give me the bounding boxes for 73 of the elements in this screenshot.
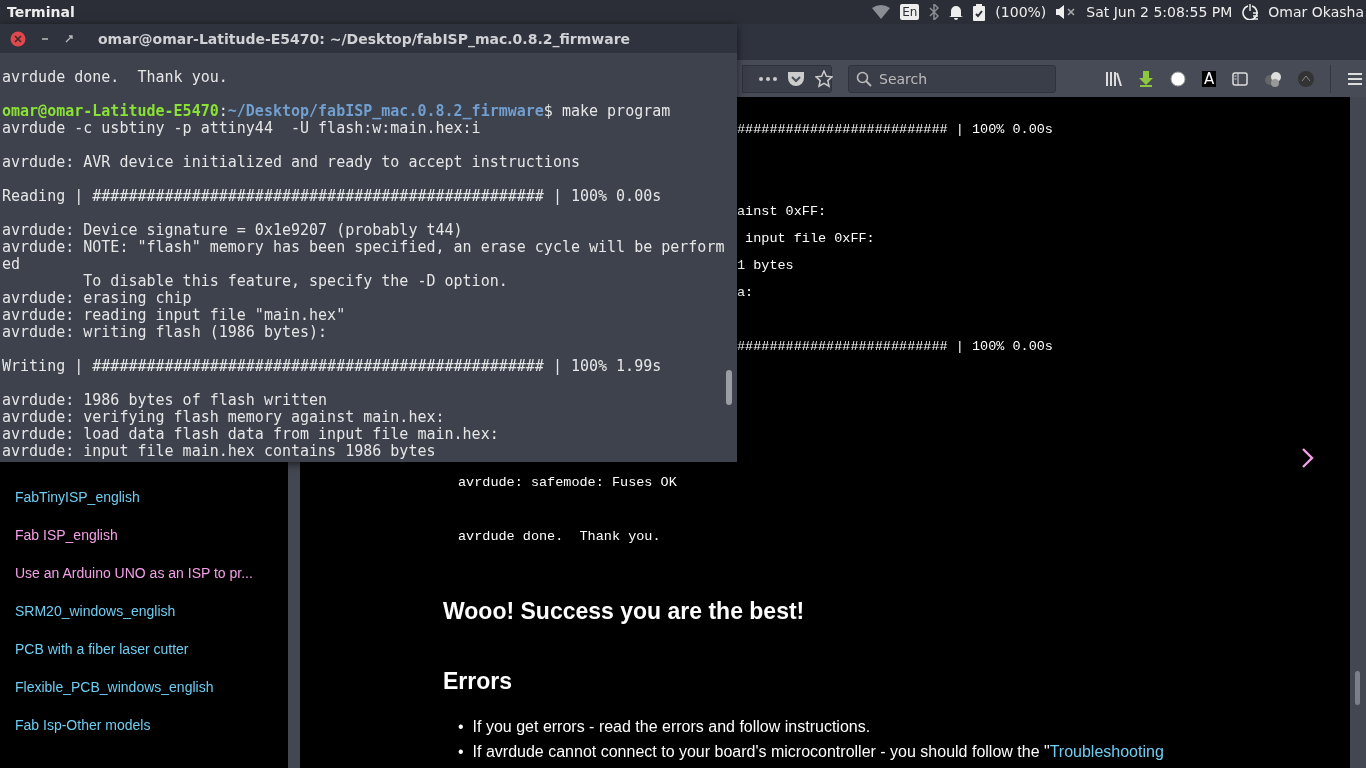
list-bullet: • [458, 717, 464, 737]
code-line: 1 bytes [737, 257, 794, 275]
maximize-icon[interactable] [64, 33, 74, 44]
terminal-line: avrdude -c usbtiny -p attiny44 -U flash:w:main.hex:i [1, 120, 481, 137]
terminal-line: Writing | ################################################## | 100% 1.99s [1, 358, 662, 375]
keyboard-layout-indicator[interactable]: En [900, 4, 920, 20]
menu-icon[interactable] [1347, 71, 1364, 86]
next-page-icon[interactable] [1302, 448, 1314, 468]
section-heading: Errors [442, 667, 513, 696]
battery-icon[interactable] [973, 3, 986, 21]
terminal-line: avrdude: NOTE: "flash" memory has been specified, an erase cycle will be perform [1, 239, 725, 256]
terminal-line: avrdude: erasing chip [1, 290, 192, 307]
user-name[interactable]: Omar Okasha [1268, 4, 1364, 20]
command-text: $ make program [543, 102, 671, 120]
terminal-line: avrdude: AVR device initialized and ready to accept instructions [1, 154, 580, 171]
sidebar-icon[interactable] [1232, 71, 1249, 86]
pocket-icon[interactable] [787, 70, 805, 87]
terminal-line: avrdude: reading input file "main.hex" [1, 307, 346, 324]
sidebar-link[interactable]: Fab ISP_english [15, 526, 118, 545]
bell-icon[interactable] [949, 4, 964, 20]
scrollbar[interactable] [1350, 97, 1366, 768]
terminal-line: avrdude: load data flash data from input file main.hex: [1, 426, 499, 443]
terminal-line: avrdude done. Thank you. [1, 69, 228, 86]
prompt-path: ~/Desktop/fabISP_mac.0.8.2_firmware [227, 102, 544, 120]
bullet-text: If you get errors - read the errors and follow instructions. [472, 717, 871, 737]
wifi-icon[interactable] [872, 5, 891, 19]
bluetooth-icon[interactable] [929, 4, 940, 20]
search-icon [856, 70, 872, 87]
window-title: omar@omar-Latitude-E5470: ~/Desktop/fabISP_mac.0.8.2_firmware [98, 30, 631, 47]
extension-button[interactable]: A [1202, 70, 1217, 87]
terminal-line: avrdude: Device signature = 0x1e9207 (probably t44) [1, 222, 463, 239]
terminal-line: avrdude: 1986 bytes of flash written [1, 392, 328, 409]
star-icon[interactable] [815, 69, 833, 88]
speaker-muted-icon[interactable] [1056, 5, 1077, 19]
terminal-line: Reading | ################################################## | 100% 0.00s [1, 188, 662, 205]
terminal-line: avrdude: input file main.hex contains 1986 bytes [1, 443, 436, 460]
code-line: avrdude: safemode: Fuses OK [458, 474, 677, 492]
search-field[interactable]: Search [848, 64, 1056, 93]
battery-percentage[interactable]: (100%) [995, 4, 1047, 20]
sidebar-link[interactable]: FabTinyISP_english [15, 488, 140, 507]
code-line: ########################## | 100% 0.00s [737, 121, 1053, 139]
bullet-text: If avrdude cannot connect to your board's microcontroller - you should follow the "Troubleshooting [472, 742, 1164, 762]
prompt-separator: : [218, 102, 228, 120]
terminal-line: To disable this feature, specify the -D option. [82, 273, 508, 290]
sidebar-link[interactable]: Fab Isp-Other models [15, 716, 151, 735]
terminal-line: ed [1, 256, 21, 273]
troubleshooting-link[interactable]: Troubleshooting [1049, 743, 1164, 760]
code-line: avrdude done. Thank you. [458, 528, 661, 546]
scrollbar-thumb[interactable] [726, 370, 732, 405]
terminal-line: avrdude: writing flash (1986 bytes): [1, 324, 328, 341]
code-line: ainst 0xFF: [737, 203, 827, 221]
round-extension-icon[interactable] [1298, 70, 1315, 87]
prompt-user: omar@omar-Latitude-E5470 [2, 102, 219, 120]
circle-icon[interactable] [1170, 70, 1186, 87]
sidebar-link[interactable]: Flexible_PCB_windows_english [15, 678, 214, 697]
list-bullet: • [458, 742, 464, 762]
code-line: ########################## | 100% 0.00s [737, 338, 1053, 356]
power-icon[interactable] [1242, 4, 1259, 20]
library-icon[interactable] [1106, 71, 1122, 86]
terminal-line: avrdude: verifying flash memory against main.hex: [1, 409, 445, 426]
spheres-icon[interactable] [1264, 70, 1283, 87]
more-actions-icon[interactable] [759, 76, 777, 81]
code-line: a: [737, 284, 754, 302]
section-heading: Wooo! Success you are the best! [442, 597, 805, 626]
clock[interactable]: Sat Jun 2 5:08:55 PM [1086, 4, 1233, 20]
sidebar-link[interactable]: Use an Arduino UNO as an ISP to pr... [15, 564, 253, 583]
sidebar-link[interactable]: SRM20_windows_english [15, 602, 176, 621]
sidebar-link[interactable]: PCB with a fiber laser cutter [15, 640, 189, 659]
code-line: input file 0xFF: [744, 230, 875, 248]
address-bar[interactable] [742, 64, 832, 93]
download-icon[interactable] [1138, 70, 1154, 87]
close-icon[interactable] [10, 30, 26, 47]
app-name: Terminal [6, 4, 75, 20]
